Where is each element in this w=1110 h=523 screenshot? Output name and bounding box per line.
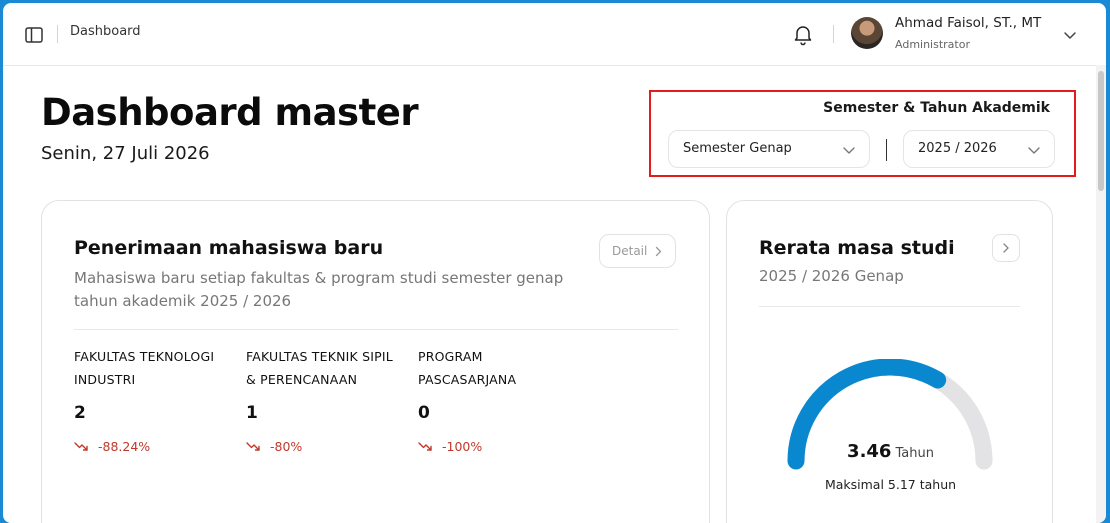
faculty-change-value: -80% — [270, 439, 303, 454]
chevron-down-icon[interactable] — [1061, 26, 1079, 44]
trend-down-icon — [74, 442, 88, 451]
divider — [886, 139, 887, 161]
faculty-name: FAKULTAS TEKNOLOGI INDUSTRI — [74, 349, 215, 387]
faculty-change: -80% — [246, 439, 302, 454]
divider — [833, 25, 834, 43]
card-title: Penerimaan mahasiswa baru — [74, 237, 384, 259]
gauge-value-number: 3.46 — [847, 441, 892, 462]
faculty-stat: PROGRAM PASCASARJANA 0 -100% — [418, 345, 578, 454]
faculty-change: -100% — [418, 439, 482, 454]
gauge-value: 3.46 Tahun — [727, 441, 1054, 462]
divider — [74, 329, 678, 330]
faculty-stat: FAKULTAS TEKNIK SIPIL & PERENCANAAN 1 -8… — [246, 345, 406, 454]
gauge-max-label: Maksimal 5.17 tahun — [824, 477, 957, 492]
average-study-duration-card: Rerata masa studi 2025 / 2026 Genap 3.46… — [726, 200, 1053, 523]
sidebar-toggle-icon[interactable] — [23, 24, 45, 46]
semester-select-value: Semester Genap — [683, 141, 792, 156]
card-title: Rerata masa studi — [759, 237, 955, 259]
chevron-down-icon — [841, 142, 857, 158]
faculty-name: FAKULTAS TEKNIK SIPIL & PERENCANAAN — [246, 349, 393, 387]
filter-label: Semester & Tahun Akademik — [823, 100, 1050, 116]
user-role: Administrator — [895, 38, 970, 51]
chevron-right-icon — [652, 245, 665, 258]
app-window: Dashboard Ahmad Faisol, ST., MT Administ… — [3, 3, 1106, 523]
detail-button[interactable]: Detail — [599, 234, 676, 268]
faculty-change-value: -88.24% — [98, 439, 151, 454]
year-select[interactable]: 2025 / 2026 — [903, 130, 1055, 168]
faculty-count: 2 — [74, 403, 86, 423]
card-subtitle: Mahasiswa baru setiap fakultas & program… — [74, 269, 564, 310]
user-name[interactable]: Ahmad Faisol, ST., MT — [895, 15, 1041, 31]
faculty-stat: FAKULTAS TEKNOLOGI INDUSTRI 2 -88.24% — [74, 345, 234, 454]
breadcrumb[interactable]: Dashboard — [70, 24, 141, 39]
academic-period-filter: Semester & Tahun Akademik Semester Genap… — [649, 90, 1076, 177]
divider — [57, 25, 58, 43]
card-subtitle: 2025 / 2026 Genap — [759, 267, 904, 285]
trend-down-icon — [246, 442, 260, 451]
new-students-card: Penerimaan mahasiswa baru Mahasiswa baru… — [41, 200, 710, 523]
chevron-right-icon — [1003, 243, 1009, 253]
chevron-down-icon — [1026, 142, 1042, 158]
avatar[interactable] — [851, 17, 883, 49]
faculty-count: 0 — [418, 403, 430, 423]
open-detail-button[interactable] — [992, 234, 1020, 262]
top-bar: Dashboard Ahmad Faisol, ST., MT Administ… — [3, 3, 1106, 66]
page-date: Senin, 27 Juli 2026 — [41, 143, 210, 164]
detail-button-label: Detail — [612, 244, 648, 258]
gauge-value-unit: Tahun — [895, 446, 934, 461]
year-select-value: 2025 / 2026 — [918, 141, 997, 156]
semester-select[interactable]: Semester Genap — [668, 130, 870, 168]
faculty-name: PROGRAM PASCASARJANA — [418, 349, 517, 387]
divider — [759, 306, 1020, 307]
page-title: Dashboard master — [41, 91, 419, 134]
trend-down-icon — [418, 442, 432, 451]
scrollbar-thumb[interactable] — [1098, 71, 1104, 191]
faculty-count: 1 — [246, 403, 258, 423]
faculty-change: -88.24% — [74, 439, 150, 454]
faculty-change-value: -100% — [442, 439, 483, 454]
bell-icon[interactable] — [791, 22, 815, 46]
